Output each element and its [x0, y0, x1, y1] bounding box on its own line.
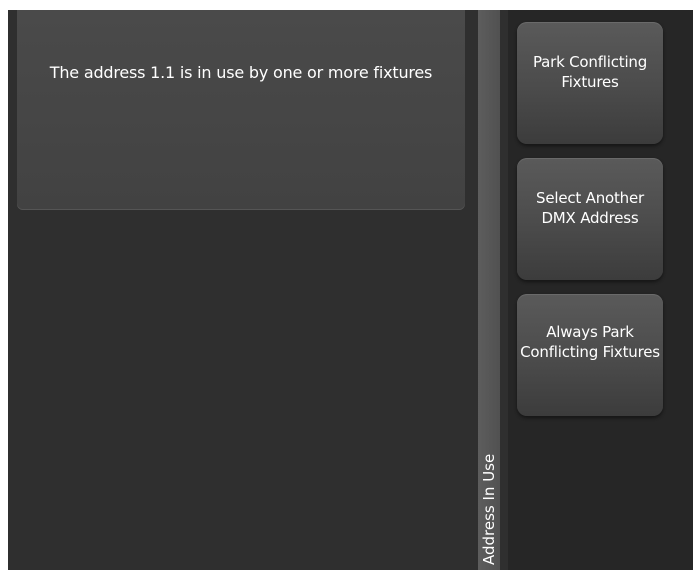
park-conflicting-fixtures-button[interactable]: Park Conflicting Fixtures	[517, 22, 663, 144]
message-panel: The address 1.1 is in use by one or more…	[17, 10, 465, 210]
softkey-label: Always Park Conflicting Fixtures	[520, 323, 660, 361]
softkey-label: Select Another DMX Address	[536, 189, 644, 227]
softkey-column: Park Conflicting Fixtures Select Another…	[508, 10, 693, 570]
softkey-label: Park Conflicting Fixtures	[532, 53, 648, 91]
message-text: The address 1.1 is in use by one or more…	[49, 63, 433, 82]
always-park-conflicting-fixtures-button[interactable]: Always Park Conflicting Fixtures	[517, 294, 663, 416]
select-another-dmx-address-button[interactable]: Select Another DMX Address	[517, 158, 663, 280]
sidebar-title: Address In Use	[480, 453, 498, 565]
console-screen: The address 1.1 is in use by one or more…	[8, 10, 693, 570]
